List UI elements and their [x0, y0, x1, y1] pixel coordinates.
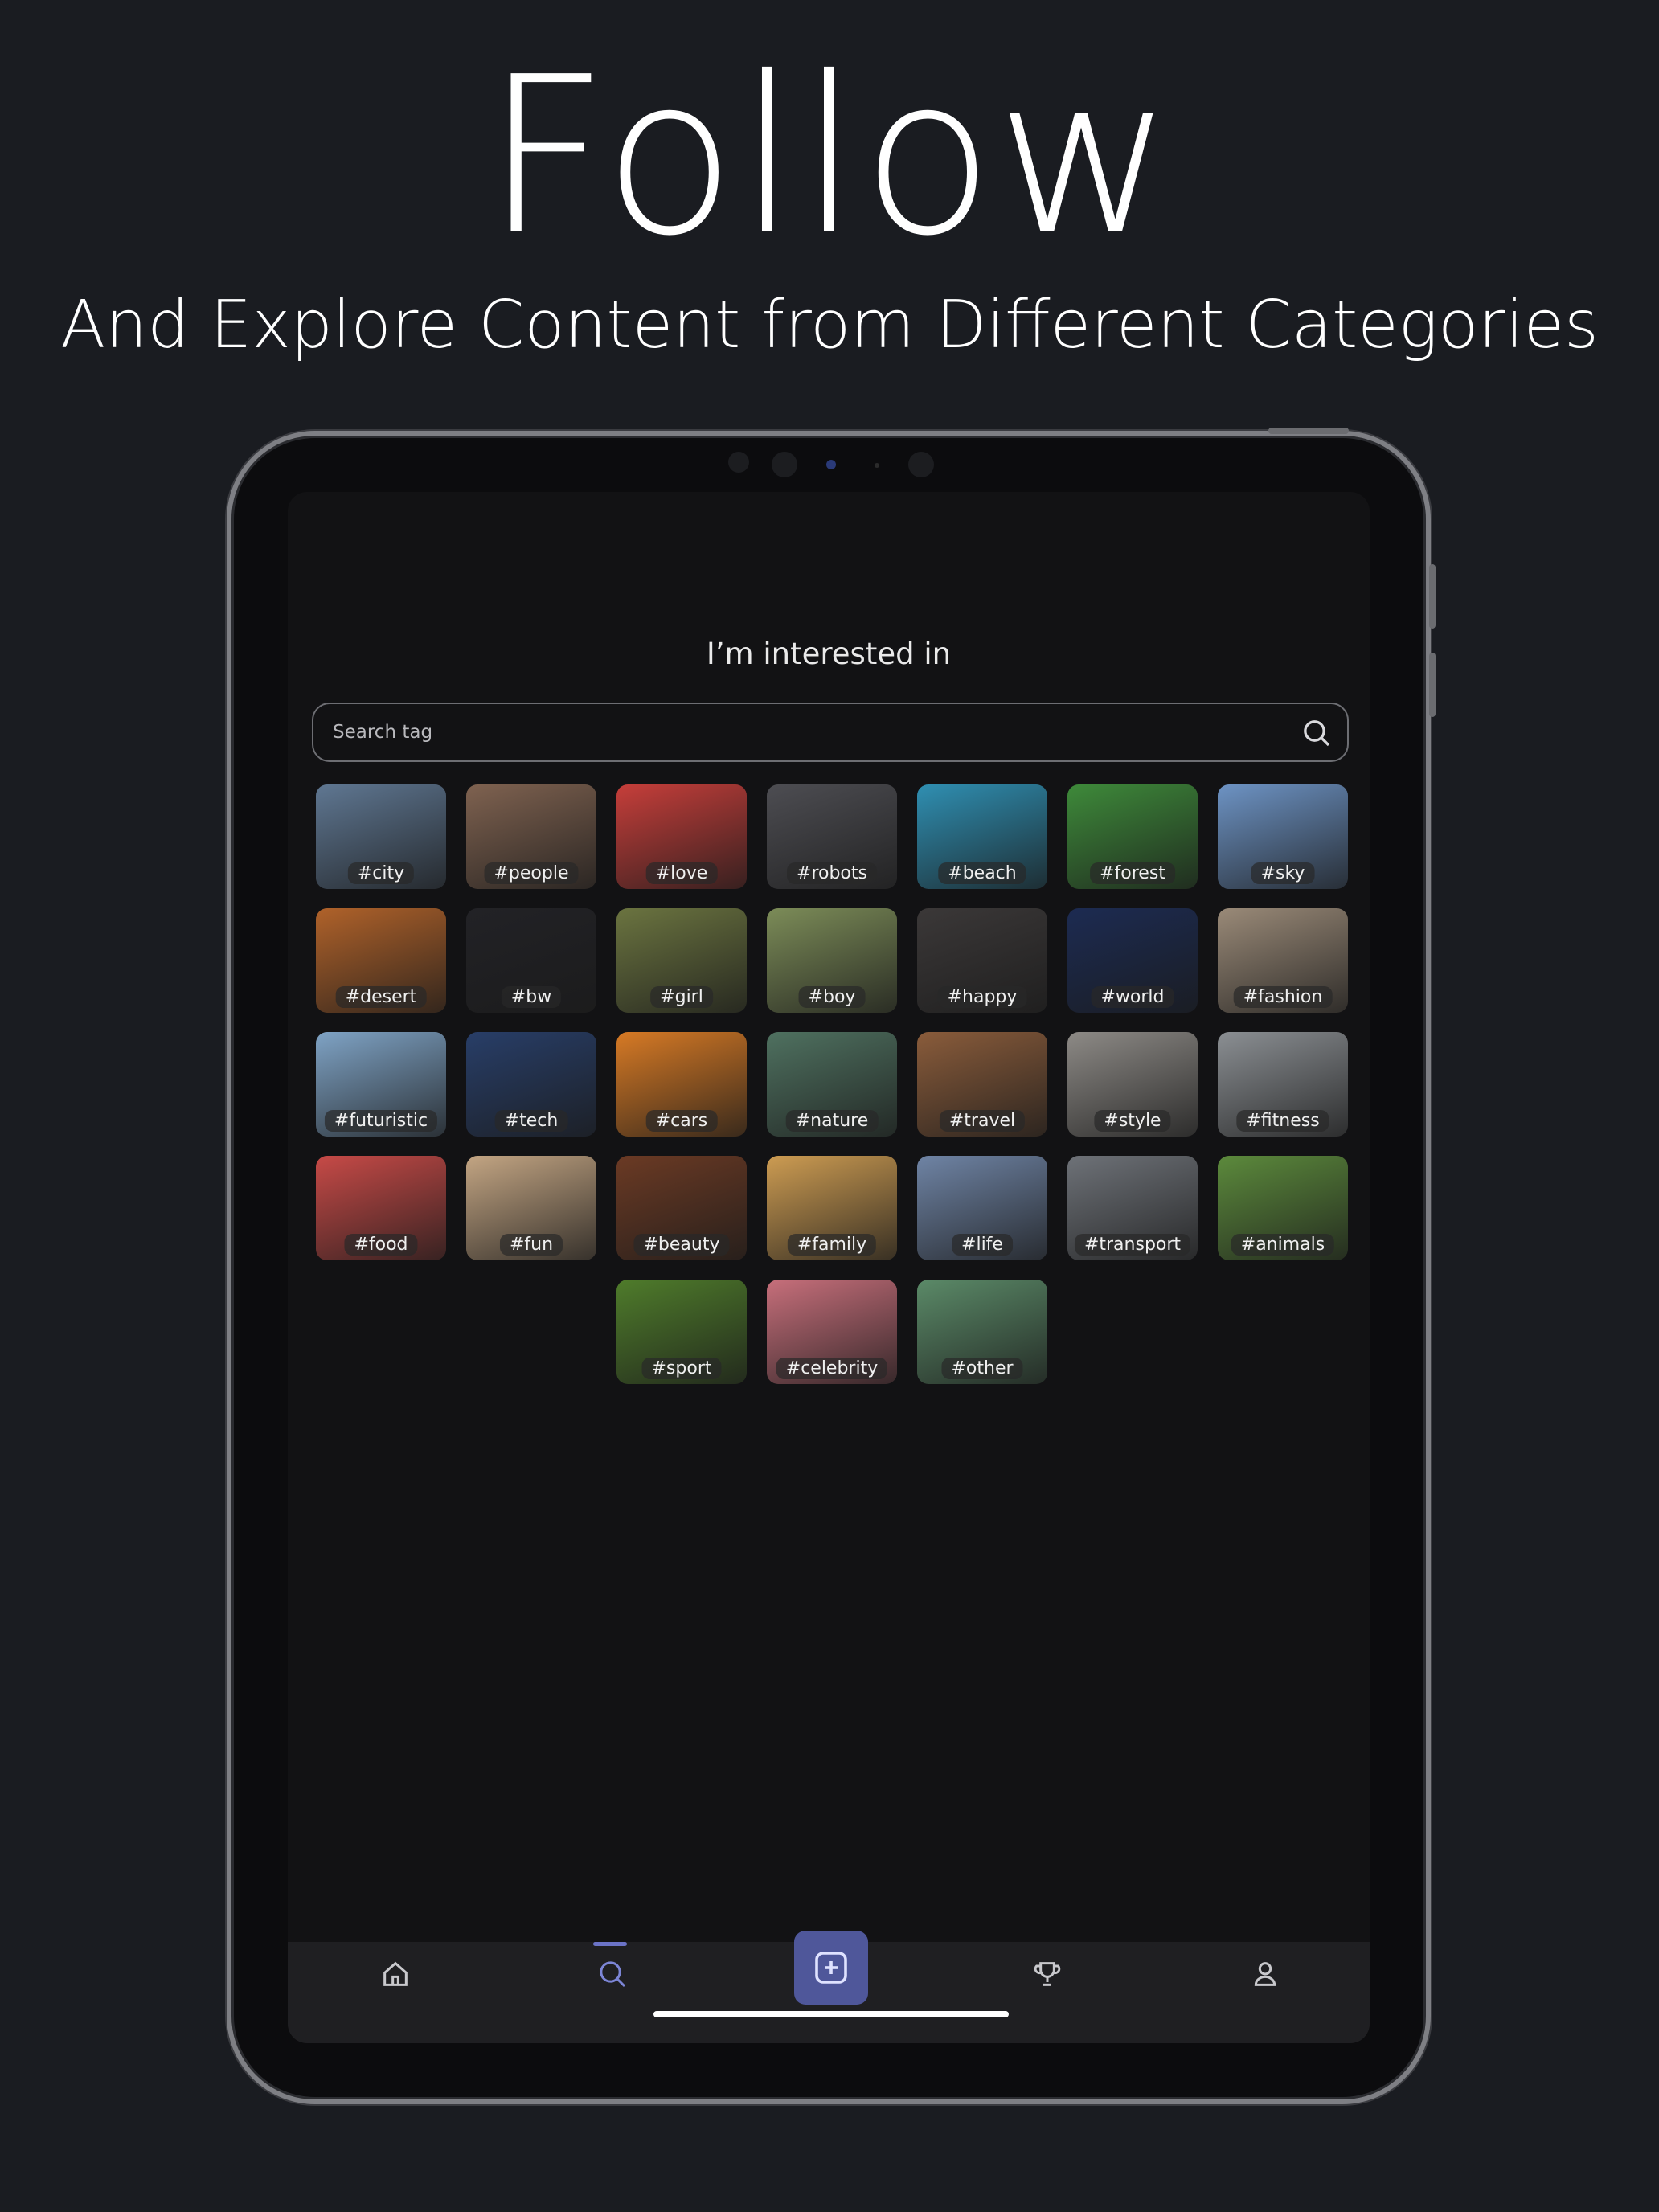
tag-tile[interactable]: #fashion — [1218, 908, 1348, 1013]
tag-tile[interactable]: #celebrity — [767, 1280, 897, 1384]
camera-icon — [772, 452, 797, 477]
tag-tile[interactable]: #transport — [1067, 1156, 1198, 1260]
tag-label: #happy — [937, 986, 1027, 1008]
power-button — [1268, 428, 1349, 434]
tag-label: #transport — [1074, 1234, 1191, 1256]
tag-label: #nature — [785, 1110, 879, 1132]
tag-tile[interactable]: #city — [316, 784, 446, 889]
tag-label: #bw — [501, 986, 562, 1008]
tag-label: #world — [1091, 986, 1174, 1008]
tag-label: #other — [941, 1358, 1023, 1379]
user-icon[interactable] — [1249, 1958, 1281, 1990]
trophy-icon[interactable] — [1031, 1958, 1063, 1990]
tag-tile[interactable]: #life — [917, 1156, 1047, 1260]
tag-tile[interactable]: #bw — [466, 908, 596, 1013]
search-icon[interactable] — [1301, 717, 1333, 749]
tag-label: #family — [787, 1234, 877, 1256]
tag-tile[interactable]: #world — [1067, 908, 1198, 1013]
volume-down-button — [1429, 653, 1436, 717]
tag-tile[interactable]: #family — [767, 1156, 897, 1260]
tag-label: #tech — [494, 1110, 568, 1132]
page-title: I’m interested in — [706, 637, 952, 671]
volume-up-button — [1429, 564, 1436, 629]
tag-tile[interactable]: #fun — [466, 1156, 596, 1260]
light-sensor-icon — [875, 463, 879, 468]
search-icon[interactable] — [596, 1958, 629, 1990]
tag-tile[interactable]: #food — [316, 1156, 446, 1260]
promo-headline: Follow — [484, 30, 1175, 283]
tag-tile[interactable]: #boy — [767, 908, 897, 1013]
promo-subheadline: And Explore Content from Different Categ… — [60, 287, 1599, 363]
tag-tile[interactable]: #beach — [917, 784, 1047, 889]
tag-label: #animals — [1231, 1234, 1335, 1256]
tag-label: #girl — [650, 986, 713, 1008]
tag-tile[interactable]: #sky — [1218, 784, 1348, 889]
tag-tile[interactable]: #sport — [616, 1280, 747, 1384]
tag-label: #life — [952, 1234, 1013, 1256]
tag-tile[interactable]: #futuristic — [316, 1032, 446, 1137]
tag-label: #robots — [787, 862, 877, 884]
sensor-icon — [728, 452, 749, 473]
camera-bar — [231, 452, 1426, 481]
tag-tile[interactable]: #desert — [316, 908, 446, 1013]
tag-label: #sport — [641, 1358, 722, 1379]
tag-label: #fitness — [1236, 1110, 1329, 1132]
sensor-icon — [908, 452, 934, 477]
tag-tile[interactable]: #travel — [917, 1032, 1047, 1137]
tablet-frame: I’m interested in Search tag #city #peopl… — [227, 428, 1436, 2104]
tag-label: #boy — [798, 986, 866, 1008]
tag-tile[interactable]: #style — [1067, 1032, 1198, 1137]
app-screen: I’m interested in Search tag #city #peopl… — [288, 492, 1370, 2043]
tag-label: #cars — [645, 1110, 718, 1132]
home-icon[interactable] — [379, 1958, 412, 1990]
bottom-nav — [288, 1931, 1370, 2043]
tag-label: #beauty — [633, 1234, 730, 1256]
camera-lens-icon — [826, 460, 836, 469]
tag-label: #city — [347, 862, 415, 884]
tag-tile[interactable]: #animals — [1218, 1156, 1348, 1260]
tag-label: #futuristic — [324, 1110, 438, 1132]
add-post-button[interactable] — [794, 1931, 868, 2005]
tag-label: #food — [344, 1234, 418, 1256]
tag-label: #love — [645, 862, 718, 884]
tag-tile[interactable]: #girl — [616, 908, 747, 1013]
tag-label: #fashion — [1233, 986, 1333, 1008]
tag-grid: #city #people #love #robots #beach #forest #sk… — [316, 784, 1348, 1395]
home-indicator — [653, 2011, 1009, 2017]
tag-label: #style — [1094, 1110, 1171, 1132]
tag-label: #beach — [938, 862, 1026, 884]
tag-label: #celebrity — [776, 1358, 888, 1379]
tag-tile[interactable]: #other — [917, 1280, 1047, 1384]
tag-label: #fun — [499, 1234, 563, 1256]
tag-tile[interactable]: #cars — [616, 1032, 747, 1137]
search-placeholder: Search tag — [333, 722, 433, 743]
tag-tile[interactable]: #robots — [767, 784, 897, 889]
tag-label: #travel — [939, 1110, 1026, 1132]
tag-label: #desert — [335, 986, 427, 1008]
search-input[interactable]: Search tag — [312, 703, 1349, 762]
active-tab-indicator — [593, 1942, 627, 1946]
tag-tile[interactable]: #tech — [466, 1032, 596, 1137]
tag-tile[interactable]: #beauty — [616, 1156, 747, 1260]
plus-square-icon — [815, 1952, 847, 1984]
tag-label: #forest — [1090, 862, 1175, 884]
tag-label: #people — [484, 862, 579, 884]
tag-tile[interactable]: #fitness — [1218, 1032, 1348, 1137]
tag-tile[interactable]: #love — [616, 784, 747, 889]
tag-tile[interactable]: #people — [466, 784, 596, 889]
tag-label: #sky — [1251, 862, 1315, 884]
tag-tile[interactable]: #nature — [767, 1032, 897, 1137]
tag-tile[interactable]: #forest — [1067, 784, 1198, 889]
tag-tile[interactable]: #happy — [917, 908, 1047, 1013]
